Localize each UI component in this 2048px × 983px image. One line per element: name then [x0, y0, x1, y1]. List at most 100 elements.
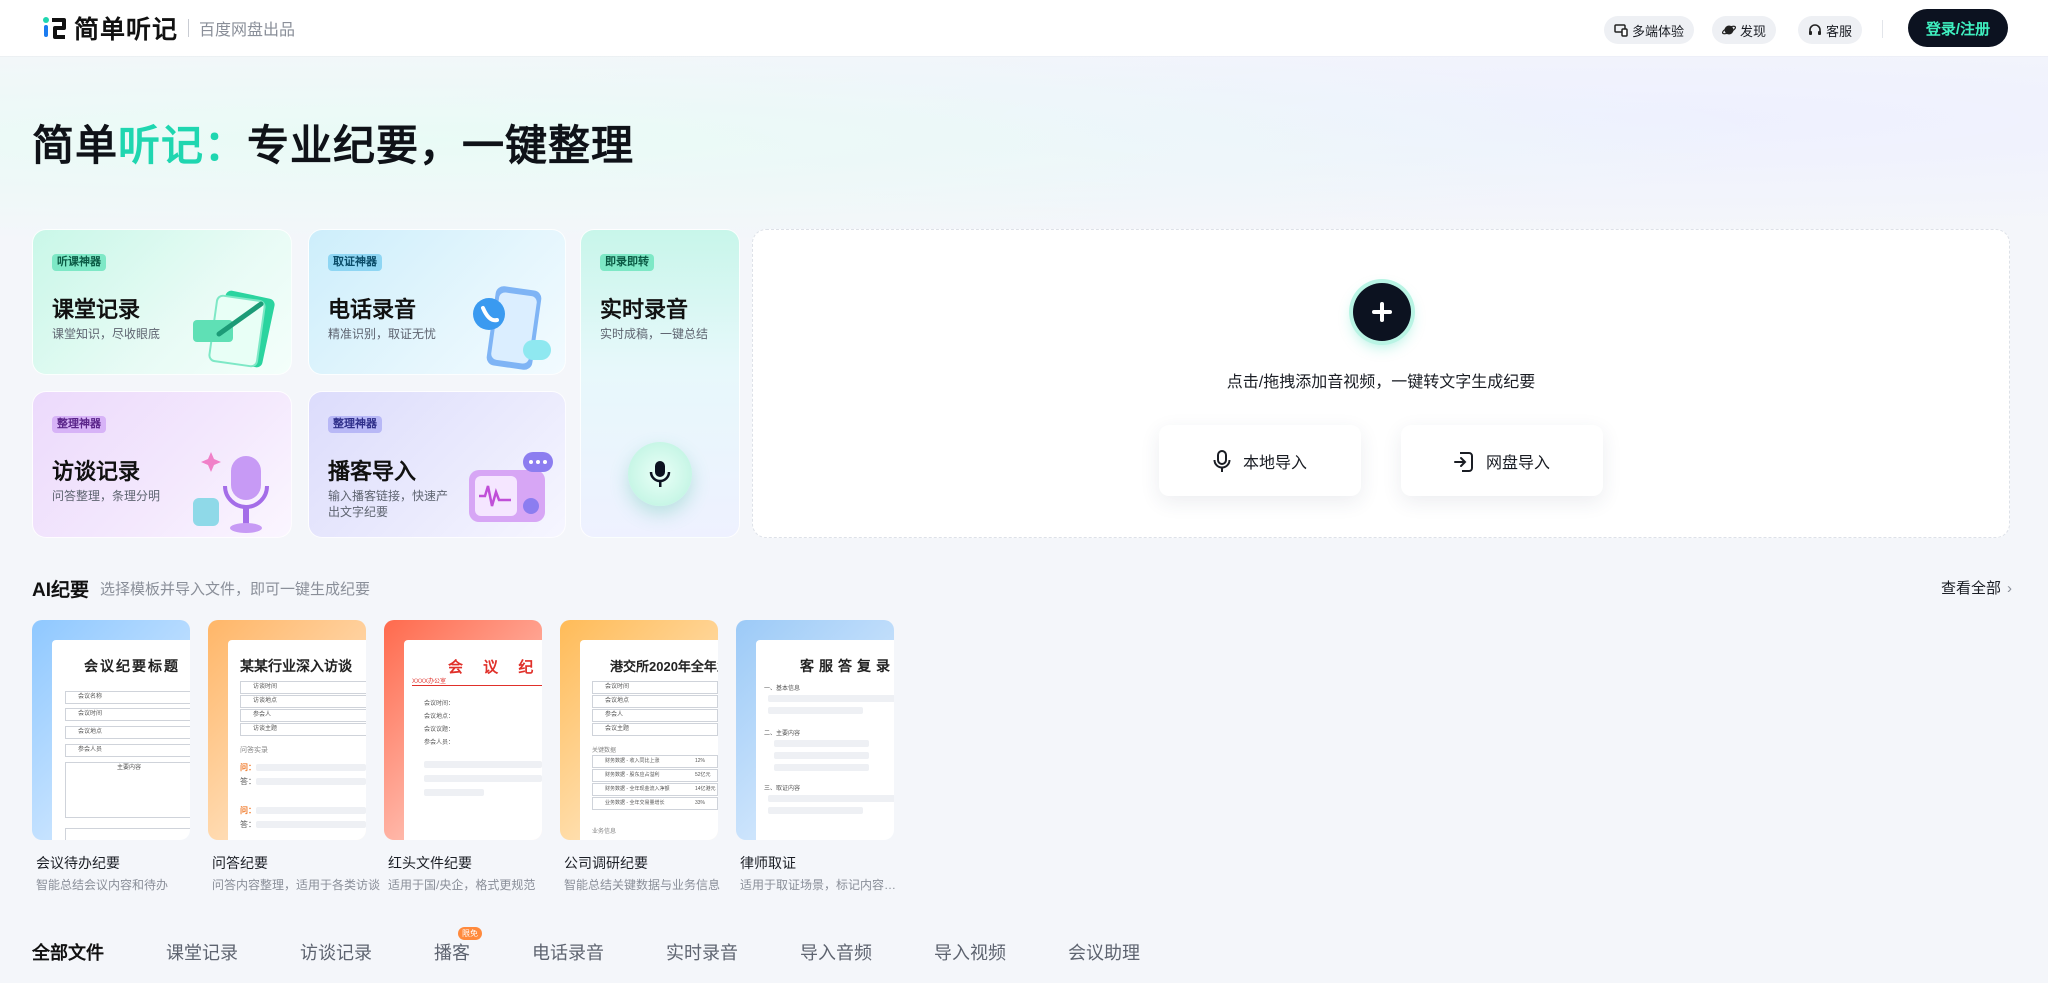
card-tag: 整理神器: [52, 416, 106, 433]
netdisk-import-button[interactable]: 网盘导入: [1401, 425, 1603, 496]
card-tag: 听课神器: [52, 254, 106, 271]
template-section: 三、取证内容: [764, 786, 801, 792]
view-all-label: 查看全部: [1941, 580, 2002, 597]
record-button[interactable]: [628, 442, 692, 506]
template-row: 会议时间: [592, 681, 718, 694]
discover-button[interactable]: 发现: [1712, 16, 1777, 44]
tab-all-files[interactable]: 全部文件: [32, 939, 104, 965]
text-placeholder: [774, 764, 869, 771]
notebook-icon: [193, 290, 275, 368]
data-value: 14亿港元: [695, 786, 716, 792]
local-import-button[interactable]: 本地导入: [1159, 425, 1361, 496]
template-row: 会议地点: [592, 695, 718, 708]
headset-icon: [1809, 24, 1821, 35]
tab-interview[interactable]: 访谈记录: [300, 939, 372, 965]
card-title: 访谈记录: [52, 459, 141, 484]
template-row: 访谈地点: [240, 695, 366, 708]
customer-service-label: 客服: [1826, 23, 1853, 39]
plus-icon: [1372, 302, 1392, 322]
card-realtime-recording[interactable]: 即录即转 实时录音 实时成稿，一键总结: [580, 229, 740, 538]
text-placeholder: [256, 764, 366, 771]
tab-import-video[interactable]: 导入视频: [934, 939, 1006, 965]
template-desc: 适用于国/央企，格式更规范: [388, 878, 536, 892]
template-preview: 港交所2020年全年业绩 会议时间 会议地点 参会人 会议主题 关键数据 财务数…: [580, 640, 718, 840]
template-card-lawyer-evidence[interactable]: 客服答复录 一、基本信息 二、主要内容 三、取证内容: [736, 620, 894, 840]
template-doc-title: 某某行业深入访谈: [240, 658, 352, 674]
template-name: 红头文件纪要: [388, 855, 472, 871]
logo[interactable]: 简单听记 百度网盘出品: [42, 14, 295, 44]
data-key: 财务数据 - 收入同比上涨: [605, 758, 660, 764]
text-placeholder: [768, 695, 894, 702]
template-row: [65, 828, 190, 840]
tab-meeting-assistant[interactable]: 会议助理: [1068, 939, 1140, 965]
chevron-right-icon: ›: [2007, 580, 2013, 597]
template-name: 会议待办纪要: [36, 855, 120, 871]
netdisk-import-icon: [1453, 451, 1473, 472]
microphone-icon: [649, 461, 671, 487]
multi-device-button[interactable]: 多端体验: [1604, 16, 1695, 44]
template-data-row: 业务数据 - 全年交易量增长 33%: [592, 797, 718, 810]
template-doc-title: 会议纪要标题: [84, 658, 180, 674]
template-row: 会议名称: [65, 691, 190, 704]
template-row: 参会人员: [65, 744, 190, 757]
ai-section-title: AI纪要: [32, 580, 90, 601]
card-title: 电话录音: [328, 297, 417, 322]
ai-section-subtitle: 选择模板并导入文件，即可一键生成纪要: [100, 581, 371, 598]
text-placeholder: [768, 807, 863, 814]
template-office: XXXX办公室: [412, 679, 447, 685]
template-card-meeting-todo[interactable]: 会议纪要标题 会议名称 会议时间 会议地点 参会人员 主要内容: [32, 620, 190, 840]
template-preview: 客服答复录 一、基本信息 二、主要内容 三、取证内容: [756, 640, 894, 840]
template-field: 会议议题：: [424, 727, 455, 733]
tab-realtime[interactable]: 实时录音: [666, 939, 738, 965]
template-name: 问答纪要: [212, 855, 268, 871]
card-tag: 整理神器: [328, 416, 382, 433]
text-placeholder: [768, 795, 894, 802]
tab-podcast[interactable]: 播客 限免: [434, 927, 482, 965]
header-divider: [1882, 20, 1883, 38]
view-all-link[interactable]: 查看全部 ›: [1941, 577, 2012, 598]
logo-text: 简单听记: [74, 16, 179, 44]
template-section: 关键数据: [592, 748, 617, 754]
hero-title-brand: 简单: [32, 122, 119, 169]
login-register-button[interactable]: 登录/注册: [1908, 9, 2008, 47]
template-doc-title: 会 议 纪 要: [448, 659, 542, 676]
upload-dropzone[interactable]: 点击/拖拽添加音视频，一键转文字生成纪要 本地导入 网盘导入: [752, 229, 2010, 538]
red-rule: [412, 685, 542, 686]
add-file-button[interactable]: [1353, 283, 1411, 341]
template-answer: 答：: [240, 820, 256, 829]
card-podcast-import[interactable]: 整理神器 播客导入 输入播客链接，快速产出文字纪要: [308, 391, 566, 538]
text-placeholder: [424, 761, 542, 768]
card-classroom-record[interactable]: 听课神器 课堂记录 课堂知识，尽收眼底: [32, 229, 292, 375]
card-desc: 输入播客链接，快速产出文字纪要: [328, 489, 449, 519]
top-header: 简单听记 百度网盘出品 多端体验 发现 客服 登录/注册: [0, 0, 2048, 56]
template-field: 参会人员：: [424, 740, 455, 746]
logo-divider: [188, 19, 190, 37]
template-row: 参会人: [240, 709, 366, 722]
card-interview-record[interactable]: 整理神器 访谈记录 问答整理，条理分明: [32, 391, 292, 538]
card-desc: 实时成稿，一键总结: [600, 327, 709, 341]
tab-phone[interactable]: 电话录音: [532, 939, 604, 965]
tab-import-audio[interactable]: 导入音频: [800, 939, 872, 965]
phone-icon: [473, 286, 551, 370]
template-row: 访谈主题: [240, 723, 366, 736]
template-field: 会议时间：: [424, 701, 455, 707]
logo-icon: [43, 17, 66, 39]
planet-icon: [1722, 25, 1736, 35]
template-data-row: 财务数据 - 全年现金流入净额 14亿港元: [592, 783, 718, 796]
microphone-icon: [1213, 449, 1231, 472]
template-row: 会议时间: [65, 708, 190, 721]
customer-service-button[interactable]: 客服: [1798, 16, 1863, 44]
template-section: 问答实录: [240, 747, 268, 754]
template-row: 参会人: [592, 709, 718, 722]
card-title: 实时录音: [600, 297, 689, 322]
card-title: 课堂记录: [52, 297, 141, 322]
tab-classroom[interactable]: 课堂记录: [166, 939, 238, 965]
template-card-company-research[interactable]: 港交所2020年全年业绩 会议时间 会议地点 参会人 会议主题 关键数据 财务数…: [560, 620, 718, 840]
card-phone-recording[interactable]: 取证神器 电话录音 精准识别，取证无忧: [308, 229, 566, 375]
template-row: 会议地点: [65, 726, 190, 739]
template-card-qa[interactable]: 某某行业深入访谈 访谈时间 访谈地点 参会人 访谈主题 问答实录 问： 答： 问…: [208, 620, 366, 840]
template-answer: 答：: [240, 777, 256, 786]
template-card-red-header[interactable]: 会 议 纪 要 XXXX办公室 会议时间： 会议地点： 会议议题： 参会人员：: [384, 620, 542, 840]
template-row: 访谈时间: [240, 681, 366, 694]
template-row: 会议主题: [592, 723, 718, 736]
